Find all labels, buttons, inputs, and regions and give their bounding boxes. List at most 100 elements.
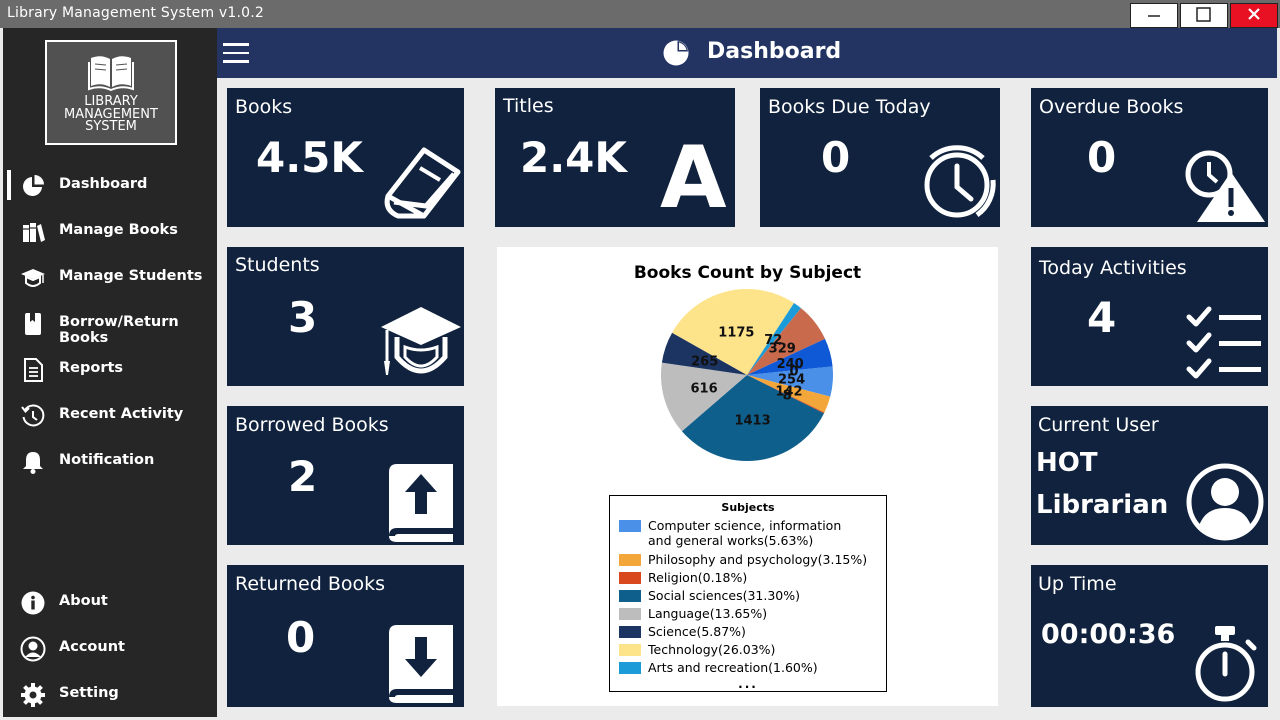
graduate-icon [381,307,461,375]
open-book-icon [88,56,134,92]
pie-data-label: 265 [691,355,718,370]
sidebar-item-account[interactable]: Account [3,628,217,668]
card-value: 2.4K [520,133,627,182]
user-circle-icon [20,636,46,662]
legend-label: Philosophy and psychology(3.15%) [648,552,868,567]
chart-legend: Subjects ... Computer science, informati… [609,495,887,692]
app-logo: LIBRARY MANAGEMENT SYSTEM [45,40,177,145]
sidebar-item-label: Borrow/Return Books [59,314,179,346]
hamburger-icon [223,43,249,46]
titles-card: Titles 2.4K A [495,88,735,227]
sidebar-item-label: Reports [59,360,124,376]
sidebar-item-label: Manage Students [59,268,203,284]
bell-icon [23,452,43,474]
card-title: Returned Books [235,573,386,595]
book-bookmark-icon [25,313,41,335]
students-card: Students 3 [227,247,464,386]
book-icon [384,147,461,219]
logo-text-line3: SYSTEM [85,119,137,134]
sidebar-item-label: Recent Activity [59,406,184,422]
card-value: 0 [286,613,316,662]
today-activities-card: Today Activities 4 [1031,247,1268,386]
close-button[interactable] [1230,3,1278,28]
sidebar-item-borrow-return-books[interactable]: Borrow/Return Books [3,303,217,346]
graduation-cap-icon [21,269,45,287]
sidebar-item-label: Notification [59,452,155,468]
minimize-button[interactable] [1130,3,1178,28]
legend-label: Arts and recreation(1.60%) [648,660,818,675]
sidebar-item-label: About [59,593,108,609]
pie-data-label: 329 [769,341,796,356]
legend-swatch [619,520,641,532]
books-card: Books 4.5K [227,88,464,227]
sidebar-item-dashboard[interactable]: Dashboard [3,165,217,205]
pie-data-label: 1175 [718,326,754,341]
legend-label: Science(5.87%) [648,624,746,639]
checklist-icon [1186,306,1261,379]
pie-data-label: 0 [790,364,799,379]
current-user-name: HOT [1036,448,1098,478]
books-due-today-card: Books Due Today 0 [760,88,1000,227]
card-title: Books Due Today [768,96,931,118]
info-icon [21,591,45,615]
returned-books-card: Returned Books 0 [227,565,464,707]
sidebar-item-notification[interactable]: Notification [3,441,217,481]
gear-icon [21,683,45,707]
pie-data-label: 616 [690,382,717,397]
maximize-button[interactable] [1180,3,1228,28]
sidebar-item-reports[interactable]: Reports [3,349,217,389]
legend-swatch [619,662,641,674]
sidebar-item-setting[interactable]: Setting [3,674,217,714]
legend-swatch [619,644,641,656]
books-icon [23,223,45,242]
sidebar-item-label: Manage Books [59,222,178,238]
history-icon [21,404,45,427]
card-value: 3 [288,293,318,342]
sidebar-item-label: Account [59,639,125,655]
card-title: Students [235,254,320,276]
borrowed-books-card: Borrowed Books 2 [227,406,464,545]
sidebar-item-manage-books[interactable]: Manage Books [3,211,217,251]
book-download-icon [389,625,453,703]
card-value: 0 [821,133,851,182]
card-value: 0 [1087,133,1117,182]
legend-label: Technology(26.03%) [648,642,776,657]
clock-warning-icon [1185,150,1265,222]
up-time-card: Up Time 00:00:36 [1031,565,1268,707]
clock-icon [924,145,996,218]
legend-more-indicator: ... [738,677,758,691]
menu-toggle-button[interactable] [223,43,249,63]
sidebar: LIBRARY MANAGEMENT SYSTEM Dashboard Mana… [3,28,217,717]
legend-swatch [619,626,641,638]
legend-swatch [619,590,641,602]
card-title: Titles [503,95,554,117]
card-value: 4 [1087,293,1117,342]
overdue-books-card: Overdue Books 0 [1031,88,1268,227]
document-icon [24,358,43,382]
current-user-role: Librarian [1036,490,1169,520]
legend-label: Language(13.65%) [648,606,768,621]
sidebar-item-about[interactable]: About [3,582,217,622]
title-bar: Library Management System v1.0.2 [0,0,1280,28]
legend-label: Social sciences(31.30%) [648,588,800,603]
sidebar-item-recent-activity[interactable]: Recent Activity [3,395,217,435]
card-value: 2 [288,452,318,501]
page-title: Dashboard [707,39,842,64]
legend-label: Religion(0.18%) [648,570,748,585]
letter-a-icon: A [660,128,727,228]
book-upload-icon [389,464,453,542]
pie-chart-icon [663,40,689,66]
legend-title: Subjects [721,501,775,514]
sidebar-item-manage-students[interactable]: Manage Students [3,257,217,297]
maximize-icon [1196,7,1211,22]
window-title: Library Management System v1.0.2 [7,5,265,21]
sidebar-item-label: Setting [59,685,119,701]
pie-data-label: 1413 [734,413,770,428]
card-title: Borrowed Books [235,414,389,436]
card-title: Books [235,96,293,118]
chart-title: Books Count by Subject [633,263,862,283]
legend-label: Computer science, information and general… [648,518,842,548]
card-title: Current User [1038,414,1159,436]
books-by-subject-chart: Books Count by Subject 254 142 8 1413 616 265… [497,247,998,706]
minimize-icon [1148,15,1160,17]
